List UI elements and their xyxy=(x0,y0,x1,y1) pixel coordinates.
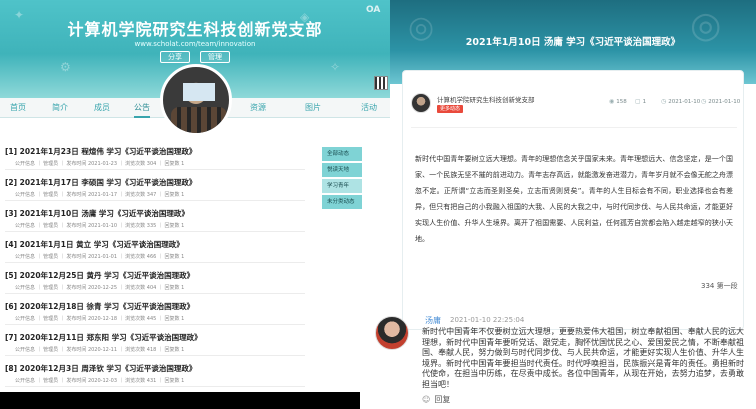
post-meta: 公开信息 ｜ 管理员 ｜ 发布时间 2021-01-23 ｜ 浏览次数 304 … xyxy=(15,161,185,167)
post-title[interactable]: [3] 2021年1月10日 汤庸 学习《习近平谈治国理政》 xyxy=(5,208,189,219)
reply-icon: ☺ xyxy=(422,395,431,404)
views-count: 158 xyxy=(616,99,627,105)
article-title: 2021年1月10日 汤庸 学习《习近平谈治国理政》 xyxy=(465,37,681,48)
share-button[interactable]: 分享 xyxy=(160,51,190,63)
post-meta: 公开信息 ｜ 管理员 ｜ 发布时间 2020-12-11 ｜ 浏览次数 418 … xyxy=(15,347,185,353)
replies-count: 1 xyxy=(642,99,647,105)
replies-stat: ▢ 1 xyxy=(635,98,646,105)
post-item[interactable]: [8] 2020年12月3日 周泽钦 学习《习近平谈治国理政》公开信息 ｜ 管理… xyxy=(5,361,305,387)
divider xyxy=(411,127,737,128)
category-menu: 全部动态 悦读天地 学习青年 未分类动态 xyxy=(322,147,362,211)
eye-icon: ◉ xyxy=(609,98,615,105)
nav-intro[interactable]: 简介 xyxy=(52,98,68,118)
left-panel: ✦ ⚙ ◈ ✧ 计算机学院研究生科技创新党支部 www.scholat.com/… xyxy=(0,0,390,409)
category-all[interactable]: 全部动态 xyxy=(322,147,362,161)
commenter-name[interactable]: 汤庸 xyxy=(425,315,441,326)
site-url[interactable]: www.scholat.com/team/innovation xyxy=(0,40,390,48)
manage-button[interactable]: 管理 xyxy=(200,51,230,63)
nav-resources[interactable]: 资源 xyxy=(250,98,266,118)
post-meta: 公开信息 ｜ 管理员 ｜ 发布时间 2020-12-03 ｜ 浏览次数 431 … xyxy=(15,378,185,384)
nav-home[interactable]: 首页 xyxy=(10,98,26,118)
category-youth-study[interactable]: 学习青年 xyxy=(322,179,362,193)
nav-activities[interactable]: 活动 xyxy=(361,98,377,118)
post-title[interactable]: [1] 2021年1月23日 程煊伟 学习《习近平谈治国理政》 xyxy=(5,146,196,157)
post-title[interactable]: [8] 2020年12月3日 周泽钦 学习《习近平谈治国理政》 xyxy=(5,363,196,374)
commenter-avatar[interactable] xyxy=(375,316,409,350)
views-stat: ◉ 158 xyxy=(609,98,627,105)
publish-date-value: 2021-01-10 xyxy=(668,99,701,105)
gear-icon: ⚙ xyxy=(60,60,71,74)
nav-images[interactable]: 图片 xyxy=(305,98,321,118)
comment-text: 新时代中国青年不仅要树立远大理想，更要热爱伟大祖国，树立奉献祖国、奉献人民的远大… xyxy=(422,327,744,389)
post-item[interactable]: [6] 2020年12月18日 徐青 学习《习近平谈治国理政》公开信息 ｜ 管理… xyxy=(5,299,305,325)
audience xyxy=(171,107,227,133)
post-title[interactable]: [7] 2020年12月11日 郑东阳 学习《习近平谈治国理政》 xyxy=(5,332,202,343)
post-meta: 公开信息 ｜ 管理员 ｜ 发布时间 2021-01-01 ｜ 浏览次数 466 … xyxy=(15,254,185,260)
post-meta: 公开信息 ｜ 管理员 ｜ 发布时间 2021-01-17 ｜ 浏览次数 347 … xyxy=(15,192,185,198)
comment-time-value: 2021-01-10 22:25:04 xyxy=(450,316,525,324)
comment-icon: ▢ xyxy=(635,98,641,105)
post-meta: 公开信息 ｜ 管理员 ｜ 发布时间 2020-12-25 ｜ 浏览次数 404 … xyxy=(15,285,185,291)
comment-time: 2021-01-10 22:25:04 xyxy=(450,316,524,324)
post-item[interactable]: [5] 2020年12月25日 黄丹 学习《习近平谈治国理政》公开信息 ｜ 管理… xyxy=(5,268,305,294)
oa-icon: OA xyxy=(366,5,381,15)
category-uncategorized[interactable]: 未分类动态 xyxy=(322,195,362,209)
nav-announcements[interactable]: 公告 xyxy=(134,98,150,118)
page-label: 334 第一段 xyxy=(701,282,738,290)
post-title[interactable]: [6] 2020年12月18日 徐青 学习《习近平谈治国理政》 xyxy=(5,301,194,312)
category-reading[interactable]: 悦读天地 xyxy=(322,163,362,177)
more-updates-badge[interactable]: 更多动态 xyxy=(437,105,464,113)
post-title[interactable]: [2] 2021年1月17日 李硕国 学习《习近平谈治国理政》 xyxy=(5,177,196,188)
post-meta: 公开信息 ｜ 管理员 ｜ 发布时间 2020-12-18 ｜ 浏览次数 445 … xyxy=(15,316,185,322)
post-item[interactable]: [7] 2020年12月11日 郑东阳 学习《习近平谈治国理政》公开信息 ｜ 管… xyxy=(5,330,305,356)
post-title[interactable]: [5] 2020年12月25日 黄丹 学习《习近平谈治国理政》 xyxy=(5,270,194,281)
post-item[interactable]: [2] 2021年1月17日 李硕国 学习《习近平谈治国理政》公开信息 ｜ 管理… xyxy=(5,175,305,201)
publish-date: ◷ 2021-01-10 xyxy=(661,98,700,105)
nav-members[interactable]: 成员 xyxy=(94,98,110,118)
update-date-value: 2021-01-10 xyxy=(708,99,741,105)
projector-screen xyxy=(183,83,215,101)
post-item[interactable]: [1] 2021年1月23日 程煊伟 学习《习近平谈治国理政》公开信息 ｜ 管理… xyxy=(5,144,305,170)
reply-button[interactable]: ☺ 回复 xyxy=(422,394,450,405)
team-photo xyxy=(160,64,232,136)
post-item[interactable]: [3] 2021年1月10日 汤庸 学习《习近平谈治国理政》公开信息 ｜ 管理员… xyxy=(5,206,305,232)
clock-icon: ◷ xyxy=(661,98,667,105)
article-body: 新时代中国青年要树立远大理想。青年的理想信念关乎国家未来。青年理想远大、信念坚定… xyxy=(415,155,733,243)
clock-icon: ◷ xyxy=(701,98,707,105)
post-title[interactable]: [4] 2021年1月1日 黄立 学习《习近平谈治国理政》 xyxy=(5,239,184,250)
reply-label: 回复 xyxy=(434,395,451,404)
article-card: 计算机学院研究生科技创新党支部 更多动态 ◉ 158 ▢ 1 ◷ 2021-01-10… xyxy=(402,70,744,330)
qr-code-icon[interactable] xyxy=(374,76,388,90)
post-item[interactable]: [4] 2021年1月1日 黄立 学习《习近平谈治国理政》公开信息 ｜ 管理员 … xyxy=(5,237,305,263)
update-date: ◷ 2021-01-10 xyxy=(701,98,740,105)
post-meta: 公开信息 ｜ 管理员 ｜ 发布时间 2021-01-10 ｜ 浏览次数 335 … xyxy=(15,223,185,229)
author-name[interactable]: 计算机学院研究生科技创新党支部 xyxy=(437,94,535,104)
black-strip xyxy=(0,392,360,409)
author-avatar[interactable] xyxy=(411,93,431,113)
star-icon: ✧ xyxy=(330,60,341,74)
site-title: 计算机学院研究生科技创新党支部 xyxy=(67,20,323,39)
